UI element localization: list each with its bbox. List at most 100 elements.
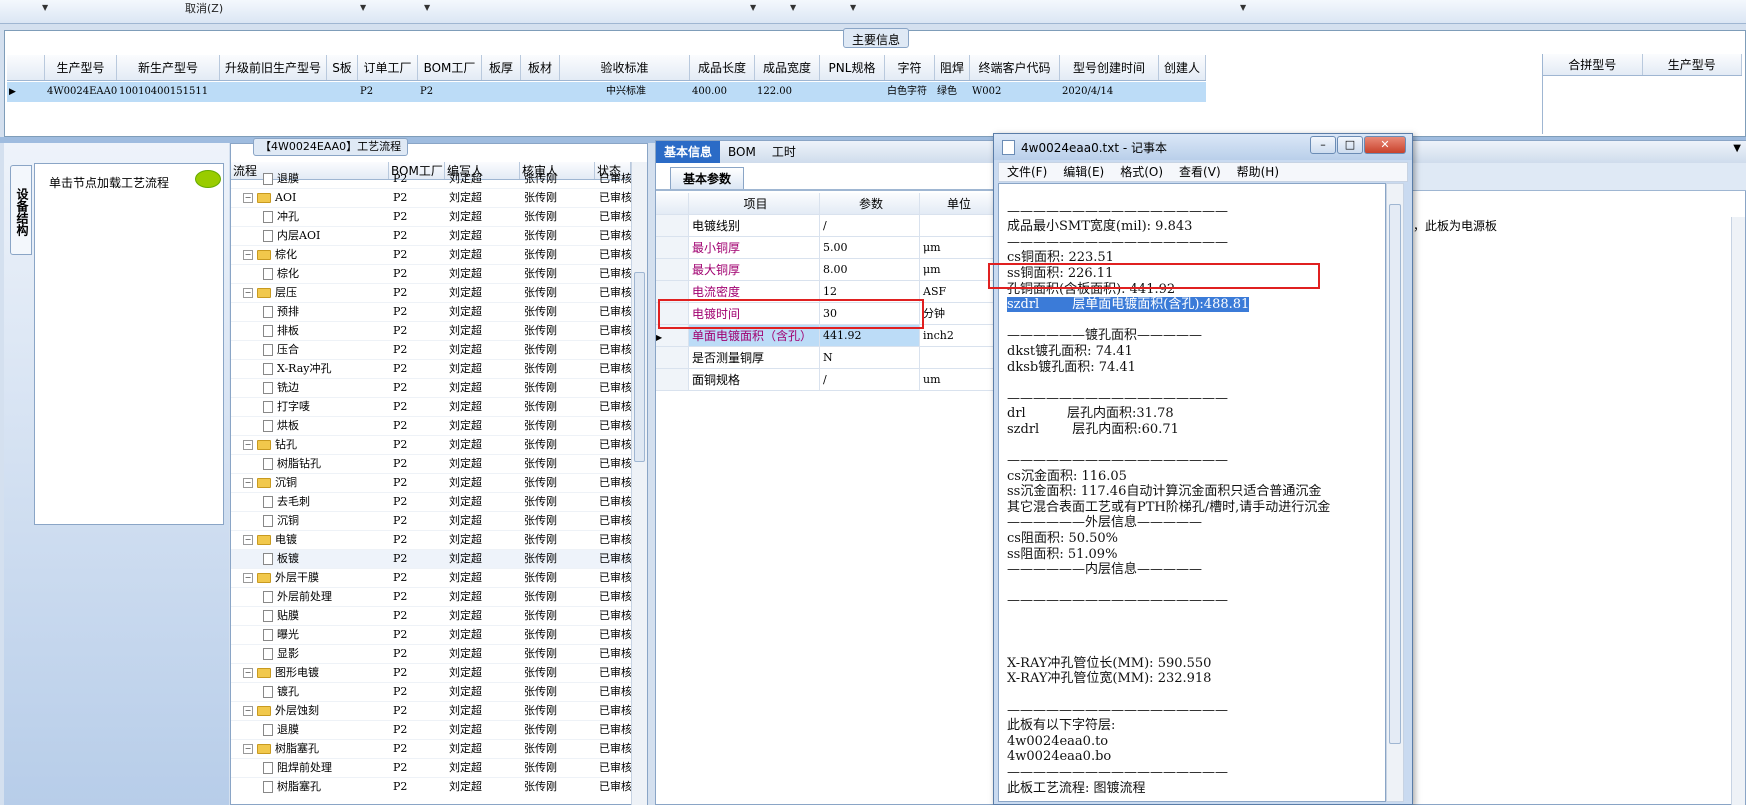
tree-row[interactable]: − 图形电镀 P2 刘定超 张传刚 已审核 xyxy=(231,664,631,683)
tree-node[interactable]: − 沉铜 xyxy=(231,474,389,492)
dropdown-arrow-icon[interactable]: ▼ xyxy=(1240,3,1246,12)
notepad-titlebar[interactable]: 4w0024eaa0.txt - 记事本 – □ ✕ xyxy=(994,134,1412,160)
tree-node[interactable]: 冲孔 xyxy=(231,208,389,226)
param-value[interactable]: 5.00 xyxy=(820,237,920,258)
tree-row[interactable]: − 层压 P2 刘定超 张传刚 已审核 xyxy=(231,284,631,303)
tree-node[interactable]: − 钻孔 xyxy=(231,436,389,454)
tree-row[interactable]: 内层AOI P2 刘定超 张传刚 已审核 xyxy=(231,227,631,246)
table-cell[interactable] xyxy=(327,82,358,102)
param-value[interactable]: / xyxy=(820,369,920,390)
tree-node[interactable]: 树脂塞孔 xyxy=(231,778,389,796)
table-cell[interactable] xyxy=(521,82,560,102)
tree-row[interactable]: 板镀 P2 刘定超 张传刚 已审核 xyxy=(231,550,631,569)
table-cell[interactable] xyxy=(220,82,327,102)
column-header[interactable]: PNL规格 xyxy=(820,55,885,80)
param-value[interactable]: N xyxy=(820,347,920,368)
dropdown-arrow-icon[interactable]: ▼ xyxy=(42,3,48,12)
dropdown-arrow-icon[interactable]: ▼ xyxy=(750,3,756,12)
tree-row[interactable]: − 电镀 P2 刘定超 张传刚 已审核 xyxy=(231,531,631,550)
dropdown-arrow-icon[interactable]: ▼ xyxy=(360,3,366,12)
column-header[interactable]: 生产型号 xyxy=(45,55,117,80)
vertical-scrollbar[interactable] xyxy=(631,162,647,805)
column-header[interactable]: BOM工厂 xyxy=(418,55,482,80)
tree-row[interactable]: 沉铜 P2 刘定超 张传刚 已审核 xyxy=(231,512,631,531)
tree-row[interactable]: − 外层蚀刻 P2 刘定超 张传刚 已审核 xyxy=(231,702,631,721)
cancel-button[interactable]: 取消(Z) xyxy=(185,0,223,16)
column-header[interactable]: 参数 xyxy=(820,193,920,214)
tab-work-hours[interactable]: 工时 xyxy=(764,141,804,163)
tree-node[interactable]: 内层AOI xyxy=(231,227,389,245)
tree-row[interactable]: 棕化 P2 刘定超 张传刚 已审核 xyxy=(231,265,631,284)
scroll-thumb[interactable] xyxy=(1389,204,1401,744)
dropdown-arrow-icon[interactable]: ▼ xyxy=(424,3,430,12)
table-cell[interactable]: 4W0024EAA0 xyxy=(45,82,117,102)
tree-row[interactable]: 压合 P2 刘定超 张传刚 已审核 xyxy=(231,341,631,360)
tree-row[interactable]: 树脂塞孔 P2 刘定超 张传刚 已审核 xyxy=(231,778,631,796)
dropdown-arrow-icon[interactable]: ▼ xyxy=(850,3,856,12)
tree-node[interactable]: 外层前处理 xyxy=(231,588,389,606)
collapse-toggle-icon[interactable]: − xyxy=(243,193,253,203)
tree-node[interactable]: 阻焊前处理 xyxy=(231,759,389,777)
tree-node[interactable]: − 外层蚀刻 xyxy=(231,702,389,720)
tree-node[interactable]: − 棕化 xyxy=(231,246,389,264)
tree-row[interactable]: 显影 P2 刘定超 张传刚 已审核 xyxy=(231,645,631,664)
table-cell[interactable]: 白色字符 xyxy=(885,82,935,102)
tree-node[interactable]: 排板 xyxy=(231,322,389,340)
menu-item[interactable]: 编辑(E) xyxy=(1055,163,1112,181)
tree-node[interactable]: 沉铜 xyxy=(231,512,389,530)
vertical-scrollbar[interactable] xyxy=(1731,217,1745,805)
param-value[interactable]: / xyxy=(820,215,920,236)
param-row[interactable]: 最大铜厚 8.00 μm xyxy=(656,259,996,281)
tree-node[interactable]: 去毛刺 xyxy=(231,493,389,511)
tree-row[interactable]: 退膜 P2 刘定超 张传刚 已审核 xyxy=(231,721,631,740)
tree-row[interactable]: 阻焊前处理 P2 刘定超 张传刚 已审核 xyxy=(231,759,631,778)
column-header[interactable]: 生产型号 xyxy=(1643,54,1742,75)
table-cell[interactable] xyxy=(482,82,521,102)
param-row[interactable]: 是否测量铜厚 N xyxy=(656,347,996,369)
collapse-toggle-icon[interactable]: − xyxy=(243,668,253,678)
tree-node[interactable]: 退膜 xyxy=(231,170,389,188)
table-cell[interactable]: 10010400151511 xyxy=(117,82,220,102)
tree-row[interactable]: − 沉铜 P2 刘定超 张传刚 已审核 xyxy=(231,474,631,493)
column-header[interactable]: 项目 xyxy=(689,193,820,214)
menu-item[interactable]: 查看(V) xyxy=(1171,163,1229,181)
tree-node[interactable]: 板镀 xyxy=(231,550,389,568)
tree-node[interactable]: 贴膜 xyxy=(231,607,389,625)
tree-node[interactable]: 打字唛 xyxy=(231,398,389,416)
column-header[interactable]: 字符 xyxy=(885,55,935,80)
tree-row[interactable]: X-Ray冲孔 P2 刘定超 张传刚 已审核 xyxy=(231,360,631,379)
table-cell[interactable]: 绿色 xyxy=(935,82,970,102)
table-cell[interactable]: W002 xyxy=(970,82,1060,102)
tree-node[interactable]: 曝光 xyxy=(231,626,389,644)
minimize-button[interactable]: – xyxy=(1310,136,1336,154)
tree-row[interactable]: 去毛刺 P2 刘定超 张传刚 已审核 xyxy=(231,493,631,512)
tree-row[interactable]: 树脂钻孔 P2 刘定超 张传刚 已审核 xyxy=(231,455,631,474)
tree-row[interactable]: 烘板 P2 刘定超 张传刚 已审核 xyxy=(231,417,631,436)
column-header[interactable]: 单位 xyxy=(920,193,996,214)
table-row[interactable]: ▶ 4W0024EAA0 10010400151511 P2 P2 中兴标准 4… xyxy=(7,82,1206,102)
dropdown-arrow-icon[interactable]: ▼ xyxy=(1733,143,1741,154)
tree-row[interactable]: 曝光 P2 刘定超 张传刚 已审核 xyxy=(231,626,631,645)
param-value[interactable]: 8.00 xyxy=(820,259,920,280)
tree-row[interactable]: 退膜 P2 刘定超 张传刚 已审核 xyxy=(231,170,631,189)
column-header[interactable]: 板材 xyxy=(521,55,560,80)
tree-node[interactable]: 显影 xyxy=(231,645,389,663)
tab-basic-params[interactable]: 基本参数 xyxy=(670,167,745,189)
tree-row[interactable]: − 钻孔 P2 刘定超 张传刚 已审核 xyxy=(231,436,631,455)
table-cell[interactable] xyxy=(1159,82,1206,102)
tree-node[interactable]: 预排 xyxy=(231,303,389,321)
tree-node[interactable]: − 层压 xyxy=(231,284,389,302)
tree-node[interactable]: 退膜 xyxy=(231,721,389,739)
tree-node[interactable]: − 图形电镀 xyxy=(231,664,389,682)
column-header[interactable]: 合拼型号 xyxy=(1543,54,1643,75)
column-header[interactable]: 型号创建时间 xyxy=(1060,55,1159,80)
menu-item[interactable]: 格式(O) xyxy=(1112,163,1171,181)
collapse-toggle-icon[interactable]: − xyxy=(243,288,253,298)
tree-node[interactable]: − AOI xyxy=(231,189,389,207)
column-header[interactable]: 创建人 xyxy=(1159,55,1206,80)
param-row[interactable]: 面铜规格 / um xyxy=(656,369,996,391)
collapse-toggle-icon[interactable]: − xyxy=(243,250,253,260)
close-button[interactable]: ✕ xyxy=(1364,136,1406,154)
column-header[interactable]: S板 xyxy=(327,55,358,80)
tree-row[interactable]: − AOI P2 刘定超 张传刚 已审核 xyxy=(231,189,631,208)
